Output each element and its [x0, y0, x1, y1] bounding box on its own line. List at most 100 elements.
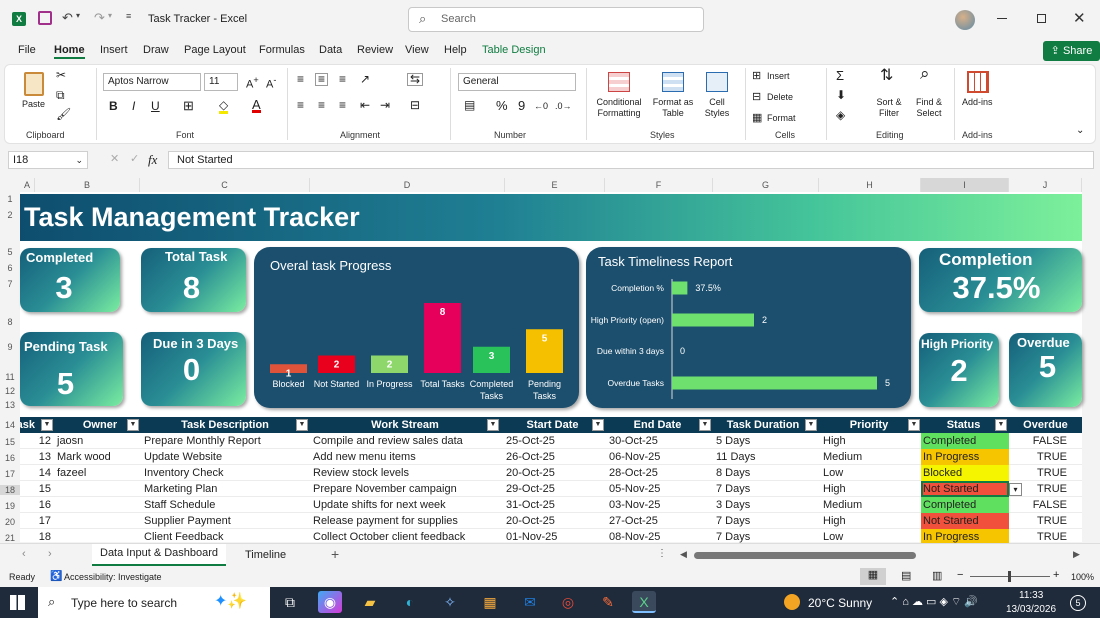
cell-dur[interactable]: 3 Days: [714, 497, 818, 513]
add-ins-icon[interactable]: [967, 71, 989, 93]
column-header[interactable]: A: [20, 178, 35, 192]
cell-dur[interactable]: 11 Days: [714, 449, 818, 465]
cell-owner[interactable]: [55, 481, 143, 497]
row-header[interactable]: 9: [0, 342, 20, 352]
clock-time[interactable]: 11:33: [1019, 590, 1043, 601]
bold-button[interactable]: B: [109, 100, 118, 112]
row-header[interactable]: 2: [0, 210, 20, 220]
cell-owner[interactable]: jaosn: [55, 433, 143, 449]
cell-id[interactable]: 16: [20, 497, 53, 513]
redo-icon[interactable]: ↷: [94, 10, 105, 26]
cell-owner[interactable]: [55, 513, 143, 529]
outlook-icon[interactable]: ✉: [518, 591, 542, 613]
menu-view[interactable]: View: [405, 44, 429, 56]
column-header[interactable]: J: [1009, 178, 1082, 192]
cell-stream[interactable]: Review stock levels: [311, 465, 503, 481]
filter-dropdown-icon[interactable]: ▼: [296, 419, 308, 431]
menu-formulas[interactable]: Formulas: [259, 44, 305, 56]
filter-dropdown-icon[interactable]: ▼: [487, 419, 499, 431]
file-explorer-icon[interactable]: ▰: [358, 591, 382, 613]
cell-prio[interactable]: High: [821, 513, 919, 529]
filter-dropdown-icon[interactable]: ▼: [592, 419, 604, 431]
fill-icon[interactable]: ⬇: [836, 89, 846, 101]
cell-overdue[interactable]: FALSE: [1009, 497, 1069, 513]
cell-owner[interactable]: fazeel: [55, 465, 143, 481]
column-header[interactable]: E: [505, 178, 605, 192]
table-row[interactable]: 14 fazeel Inventory Check Review stock leve…: [20, 465, 1082, 481]
cell-id[interactable]: 14: [20, 465, 53, 481]
align-left-icon[interactable]: ≡: [297, 99, 304, 111]
insert-function-button[interactable]: fx: [148, 152, 157, 168]
copilot-icon[interactable]: ◉: [318, 591, 342, 613]
format-as-table-button[interactable]: Format as Table: [650, 97, 696, 119]
increase-decimal-icon[interactable]: ←0: [534, 101, 548, 112]
cut-icon[interactable]: ✂: [56, 69, 66, 81]
comma-style-button[interactable]: 9: [518, 99, 525, 112]
autosum-icon[interactable]: Σ: [836, 69, 844, 82]
align-bottom-icon[interactable]: ≡: [339, 73, 346, 85]
cell-dur[interactable]: 7 Days: [714, 481, 818, 497]
cell-desc[interactable]: Marketing Plan: [142, 481, 307, 497]
share-button[interactable]: ⇪ Share: [1043, 41, 1100, 61]
column-header[interactable]: B: [35, 178, 140, 192]
row-header[interactable]: 5: [0, 247, 20, 257]
tray-icons[interactable]: ⌃ ⌂ ☁ ▭ ◈ ⌔ 🔊: [890, 595, 978, 609]
paste-icon[interactable]: [24, 72, 44, 96]
menu-draw[interactable]: Draw: [143, 44, 169, 56]
insert-cells-icon[interactable]: ⊞: [752, 71, 761, 82]
table-row[interactable]: 17 Supplier Payment Release payment for su…: [20, 513, 1082, 529]
cell-start[interactable]: 26-Oct-25: [504, 449, 602, 465]
avatar[interactable]: [955, 10, 975, 30]
add-sheet-icon[interactable]: +: [331, 546, 339, 562]
cell-dur[interactable]: 5 Days: [714, 433, 818, 449]
column-header[interactable]: D: [310, 178, 505, 192]
number-format-dropdown[interactable]: General: [458, 73, 576, 91]
confirm-entry-icon[interactable]: ✓: [130, 152, 139, 165]
cell-styles-icon[interactable]: [706, 72, 728, 92]
app-icon[interactable]: ✎: [596, 591, 620, 613]
font-name-dropdown[interactable]: Aptos Narrow: [103, 73, 201, 91]
insert-cells-button[interactable]: Insert: [767, 71, 790, 82]
row-header[interactable]: 21: [0, 533, 20, 543]
copilot-app-icon[interactable]: ✧: [438, 591, 462, 613]
column-header[interactable]: I: [921, 178, 1009, 192]
delete-cells-button[interactable]: Delete: [767, 92, 793, 103]
cell-start[interactable]: 20-Oct-25: [504, 465, 602, 481]
clock-date[interactable]: 13/03/2026: [1006, 604, 1056, 615]
row-header[interactable]: 20: [0, 517, 20, 527]
grow-font-icon[interactable]: A+: [246, 75, 259, 91]
cell-end[interactable]: 05-Nov-25: [607, 481, 712, 497]
cell-status[interactable]: Completed: [921, 497, 1009, 513]
menu-page-layout[interactable]: Page Layout: [184, 44, 246, 56]
cell-status[interactable]: Completed: [921, 433, 1009, 449]
row-header[interactable]: 1: [0, 194, 20, 204]
cell-status[interactable]: In Progress: [921, 449, 1009, 465]
excel-taskbar-icon[interactable]: X: [632, 591, 656, 613]
table-row[interactable]: 15 Marketing Plan Prepare November campaig…: [20, 481, 1082, 497]
cell-id[interactable]: 15: [20, 481, 53, 497]
cell-stream[interactable]: Add new menu items: [311, 449, 503, 465]
more-options-icon[interactable]: ⋮: [657, 548, 667, 559]
font-size-dropdown[interactable]: 11: [204, 73, 238, 91]
cell-id[interactable]: 12: [20, 433, 53, 449]
filter-dropdown-icon[interactable]: ▼: [127, 419, 139, 431]
sort-filter-button[interactable]: Sort & Filter: [872, 97, 906, 119]
accessibility-status[interactable]: Accessibility: Investigate: [64, 572, 162, 582]
cell-start[interactable]: 31-Oct-25: [504, 497, 602, 513]
autosave-save-icon[interactable]: [38, 11, 52, 25]
table-row[interactable]: 16 Staff Schedule Update shifts for next w…: [20, 497, 1082, 513]
task-view-icon[interactable]: ⧉: [278, 591, 302, 613]
cell-desc[interactable]: Staff Schedule: [142, 497, 307, 513]
align-middle-icon[interactable]: ≡: [315, 73, 329, 86]
menu-help[interactable]: Help: [444, 44, 467, 56]
cell-overdue[interactable]: TRUE: [1009, 513, 1069, 529]
filter-dropdown-icon[interactable]: ▼: [908, 419, 920, 431]
paste-button[interactable]: Paste: [22, 99, 45, 110]
cell-end[interactable]: 27-Oct-25: [607, 513, 712, 529]
orientation-icon[interactable]: ↗: [360, 73, 370, 85]
indent-decrease-icon[interactable]: ⇤: [360, 99, 370, 111]
cell-id[interactable]: 13: [20, 449, 53, 465]
borders-icon[interactable]: ⊞: [183, 99, 194, 112]
cell-prio[interactable]: Medium: [821, 449, 919, 465]
cell-stream[interactable]: Update shifts for next week: [311, 497, 503, 513]
